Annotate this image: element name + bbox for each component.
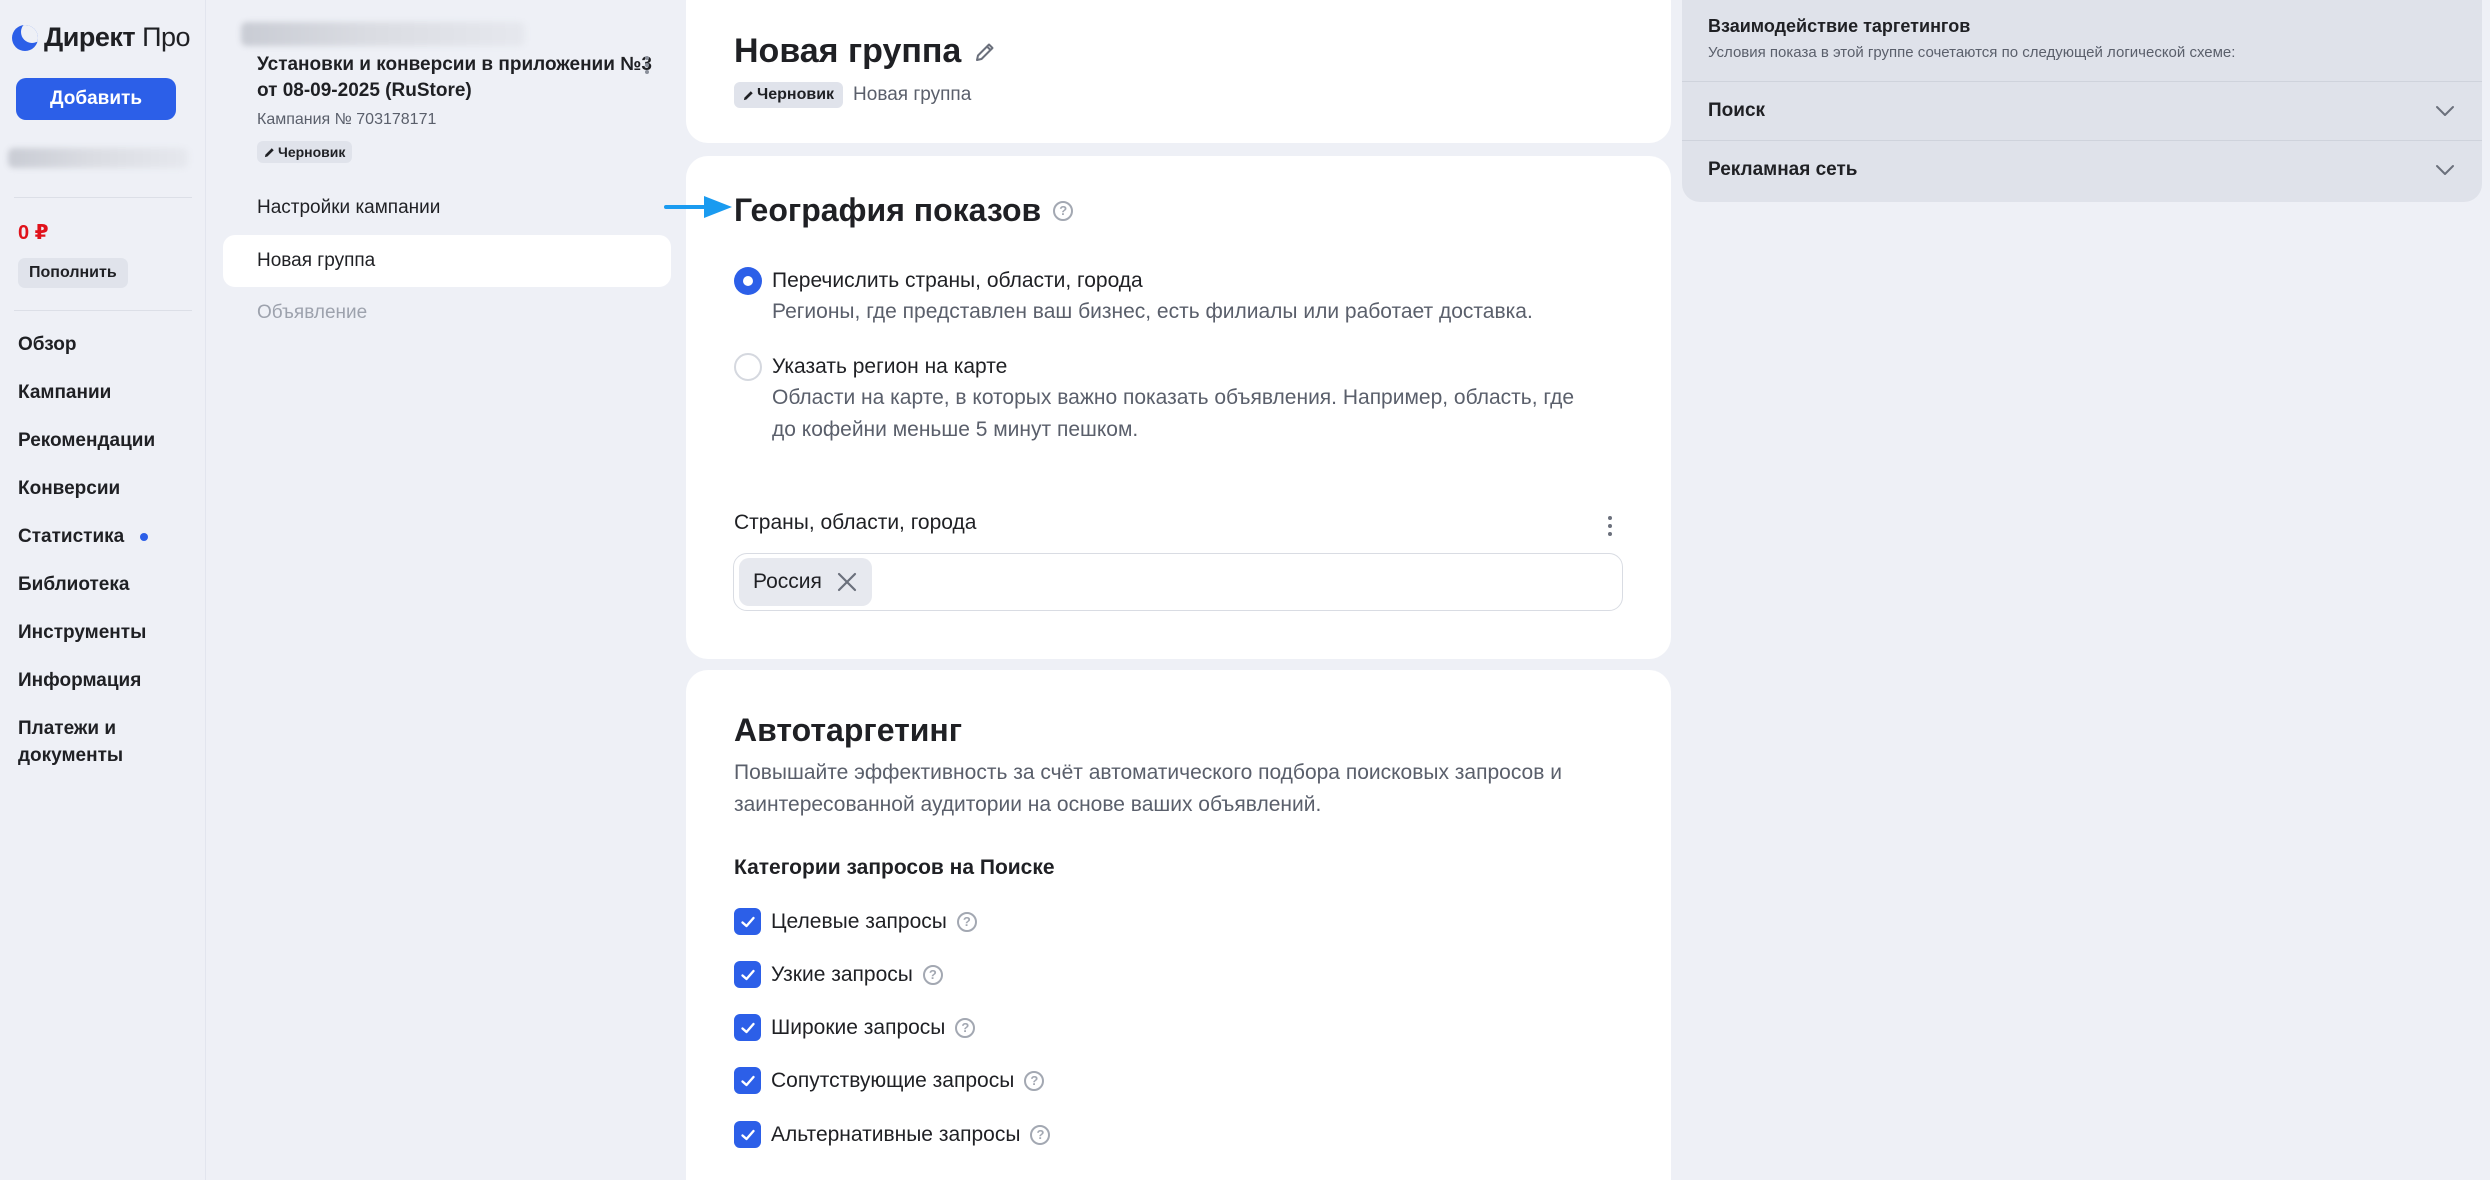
tree-item-ad[interactable]: Объявление [223, 287, 671, 339]
category-label: Широкие запросы [771, 1015, 946, 1039]
radio-selected-icon[interactable] [734, 267, 762, 295]
accordion-label: Рекламная сеть [1708, 158, 1858, 180]
nav-item-campaigns[interactable]: Кампании [18, 379, 111, 406]
targeting-panel-subtitle: Условия показа в этой группе сочетаются … [1708, 44, 2236, 61]
geo-option-list[interactable]: Перечислить страны, области, города Реги… [734, 267, 1602, 328]
geo-option-title: Перечислить страны, области, города [772, 269, 1143, 292]
help-icon[interactable]: ? [1053, 200, 1074, 221]
checkbox-checked-icon[interactable] [734, 1067, 761, 1094]
regions-field-label: Страны, области, города [734, 511, 977, 534]
help-icon[interactable]: ? [1024, 1070, 1045, 1091]
accordion-label: Поиск [1708, 99, 1766, 121]
notification-dot [140, 532, 149, 541]
region-tag-label: Россия [753, 570, 822, 593]
category-checkbox[interactable]: Широкие запросы ? [734, 1014, 976, 1041]
category-label: Альтернативные запросы [771, 1122, 1021, 1146]
help-icon[interactable]: ? [956, 911, 977, 932]
more-vertical-icon[interactable] [643, 54, 651, 76]
divider [14, 197, 192, 198]
regions-input[interactable]: Россия [733, 553, 1623, 611]
main-sidebar: Директ Про Добавить 0 ₽ Пополнить Обзор … [0, 0, 206, 1180]
category-label: Узкие запросы [771, 962, 913, 986]
category-label: Целевые запросы [771, 909, 947, 933]
nav-item-tools[interactable]: Инструменты [18, 619, 146, 646]
category-checkbox[interactable]: Альтернативные запросы ? [734, 1121, 1051, 1148]
nav-item-library[interactable]: Библиотека [18, 571, 129, 598]
help-icon[interactable]: ? [955, 1017, 976, 1038]
targeting-interaction-panel: Взаимодействие таргетингов Условия показ… [1682, 0, 2482, 202]
campaign-number: Кампания № 703178171 [257, 111, 437, 128]
category-checkbox[interactable]: Узкие запросы ? [734, 961, 943, 988]
tree-item-new-group[interactable]: Новая группа [223, 235, 671, 287]
close-icon[interactable] [836, 571, 858, 593]
campaign-status-badge: Черновик [257, 141, 353, 163]
geo-option-desc: Регионы, где представлен ваш бизнес, ест… [772, 300, 1533, 323]
more-vertical-icon[interactable] [1606, 514, 1614, 538]
geo-option-map[interactable]: Указать регион на карте Области на карте… [734, 353, 1602, 446]
autotargeting-title: Автотаргетинг [734, 712, 963, 748]
group-title: Новая группа [734, 32, 962, 70]
nav-item-statistics[interactable]: Статистика [18, 523, 149, 550]
checkbox-checked-icon[interactable] [734, 908, 761, 935]
search-categories-title: Категории запросов на Поиске [734, 856, 1055, 879]
nav-item-info[interactable]: Информация [18, 667, 141, 694]
geography-card: География показов ? Перечислить страны, … [686, 156, 1671, 659]
group-meta: Черновик Новая группа [734, 82, 971, 108]
campaign-breadcrumb-blurred[interactable] [241, 22, 525, 46]
edit-pencil-icon[interactable] [973, 40, 997, 64]
checkbox-checked-icon[interactable] [734, 1121, 761, 1148]
pencil-icon [264, 147, 274, 157]
geo-option-title: Указать регион на карте [772, 355, 1008, 378]
topup-button[interactable]: Пополнить [18, 258, 128, 288]
category-checkbox[interactable]: Сопутствующие запросы ? [734, 1067, 1045, 1094]
targeting-panel-title: Взаимодействие таргетингов [1708, 16, 1971, 36]
arrow-annotation-icon [664, 196, 732, 218]
yandex-logo-icon [12, 24, 38, 51]
group-breadcrumb-name: Новая группа [853, 84, 972, 105]
geo-option-desc: Области на карте, в которых важно показа… [772, 386, 1575, 441]
group-status-label: Черновик [757, 86, 835, 103]
category-label: Сопутствующие запросы [771, 1068, 1015, 1092]
help-icon[interactable]: ? [1030, 1124, 1051, 1145]
chevron-down-icon [2436, 164, 2454, 175]
campaign-status-label: Черновик [278, 144, 346, 160]
logo-pro: Про [142, 22, 191, 52]
nav-item-statistics-label: Статистика [18, 526, 125, 547]
checkbox-checked-icon[interactable] [734, 961, 761, 988]
tree-item-campaign-settings[interactable]: Настройки кампании [223, 182, 671, 234]
radio-unselected-icon[interactable] [734, 353, 762, 381]
checkbox-checked-icon[interactable] [734, 1014, 761, 1041]
campaign-title[interactable]: Установки и конверсии в приложении №3 от… [257, 52, 652, 104]
nav-item-recommendations[interactable]: Рекомендации [18, 427, 155, 454]
nav-item-conversions[interactable]: Конверсии [18, 475, 120, 502]
geography-title: География показов [734, 192, 1042, 228]
account-name-blurred[interactable] [8, 148, 188, 168]
add-button[interactable]: Добавить [16, 78, 176, 120]
region-tag: Россия [739, 558, 872, 606]
autotargeting-card: Автотаргетинг Повышайте эффективность за… [686, 670, 1671, 1180]
group-status-badge: Черновик [734, 82, 844, 108]
nav-item-payments[interactable]: Платежи и документы [18, 715, 158, 769]
direct-pro-logo[interactable]: Директ Про [12, 22, 191, 53]
divider [14, 310, 192, 311]
accordion-search[interactable]: Поиск [1682, 81, 2482, 139]
category-checkbox[interactable]: Целевые запросы ? [734, 908, 977, 935]
accordion-ad-network[interactable]: Рекламная сеть [1682, 140, 2482, 198]
campaign-structure-panel: Установки и конверсии в приложении №3 от… [207, 0, 677, 1180]
nav-item-overview[interactable]: Обзор [18, 331, 76, 358]
pencil-icon [743, 90, 753, 100]
logo-direkt: Директ [44, 22, 136, 52]
help-icon[interactable]: ? [922, 964, 943, 985]
group-header-card: Новая группа Черновик Новая группа [686, 0, 1671, 143]
chevron-down-icon [2436, 105, 2454, 116]
autotargeting-description: Повышайте эффективность за счёт автомати… [734, 761, 1562, 816]
balance-amount: 0 ₽ [18, 222, 49, 244]
